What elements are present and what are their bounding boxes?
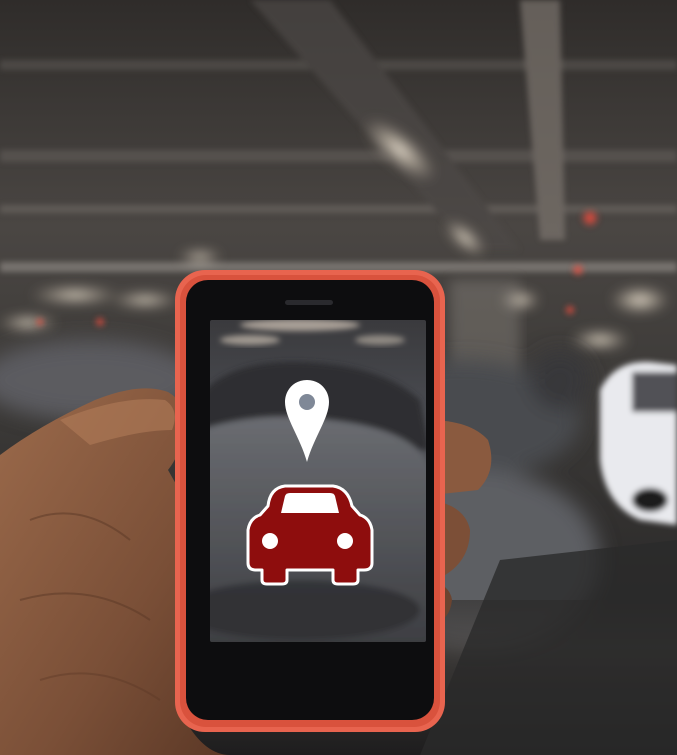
scene-image — [0, 0, 677, 755]
parking-scene — [0, 0, 677, 755]
phone-screen — [210, 320, 426, 642]
